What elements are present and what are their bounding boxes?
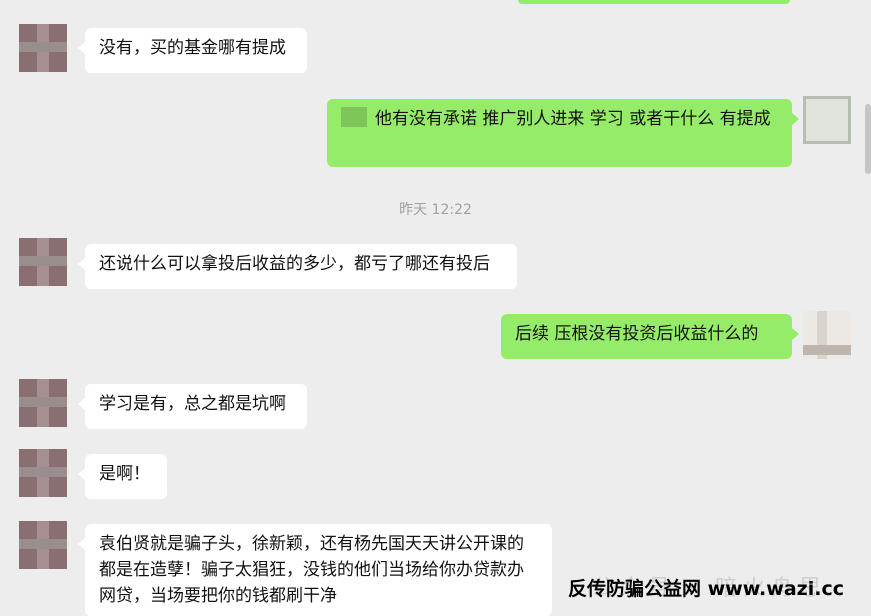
chat-area: 没有，买的基金哪有提成 他有没有承诺 推广别人进来 学习 或者干什么 有提成 昨… [0,0,871,616]
message-bubble-incoming[interactable]: 袁伯贤就是骗子头，徐新颖，还有杨先国天天讲公开课的都是在造孽！骗子太猖狂，没钱的… [78,524,552,616]
message-text: 还说什么可以拿投后收益的多少，都亏了哪还有投后 [99,254,490,274]
user-avatar[interactable] [803,311,851,359]
message-text: 袁伯贤就是骗子头，徐新颖，还有杨先国天天讲公开课的都是在造孽！骗子太猖狂，没钱的… [99,534,524,606]
emoji-icon [341,107,367,127]
message-bubble-incoming[interactable]: 没有，买的基金哪有提成 [78,28,307,73]
message-text: 是啊！ [99,464,150,484]
scrollbar[interactable] [865,104,871,174]
contact-avatar[interactable] [19,449,67,497]
message-bubble-outgoing[interactable]: 他有没有承诺 推广别人进来 学习 或者干什么 有提成 [327,99,799,167]
contact-avatar[interactable] [19,379,67,427]
message-bubble-incoming[interactable]: 学习是有，总之都是坑啊 [78,384,307,429]
previous-message-bubble-edge [518,0,790,4]
message-bubble-incoming[interactable]: 还说什么可以拿投后收益的多少，都亏了哪还有投后 [78,244,517,289]
contact-avatar[interactable] [19,24,67,72]
watermark: 反传防骗公益网 www.wazi.cc [568,578,844,600]
message-text: 没有，买的基金哪有提成 [99,38,286,58]
contact-avatar[interactable] [19,238,67,286]
user-avatar[interactable] [803,96,851,144]
message-text: 学习是有，总之都是坑啊 [99,394,286,414]
message-text: 他有没有承诺 推广别人进来 学习 或者干什么 有提成 [375,109,771,129]
message-bubble-outgoing[interactable]: 后续 压根没有投资后收益什么的 [501,314,799,359]
message-text: 后续 压根没有投资后收益什么的 [515,324,759,344]
contact-avatar[interactable] [19,521,67,569]
message-timestamp: 昨天 12:22 [399,202,472,218]
message-bubble-incoming[interactable]: 是啊！ [78,454,167,499]
